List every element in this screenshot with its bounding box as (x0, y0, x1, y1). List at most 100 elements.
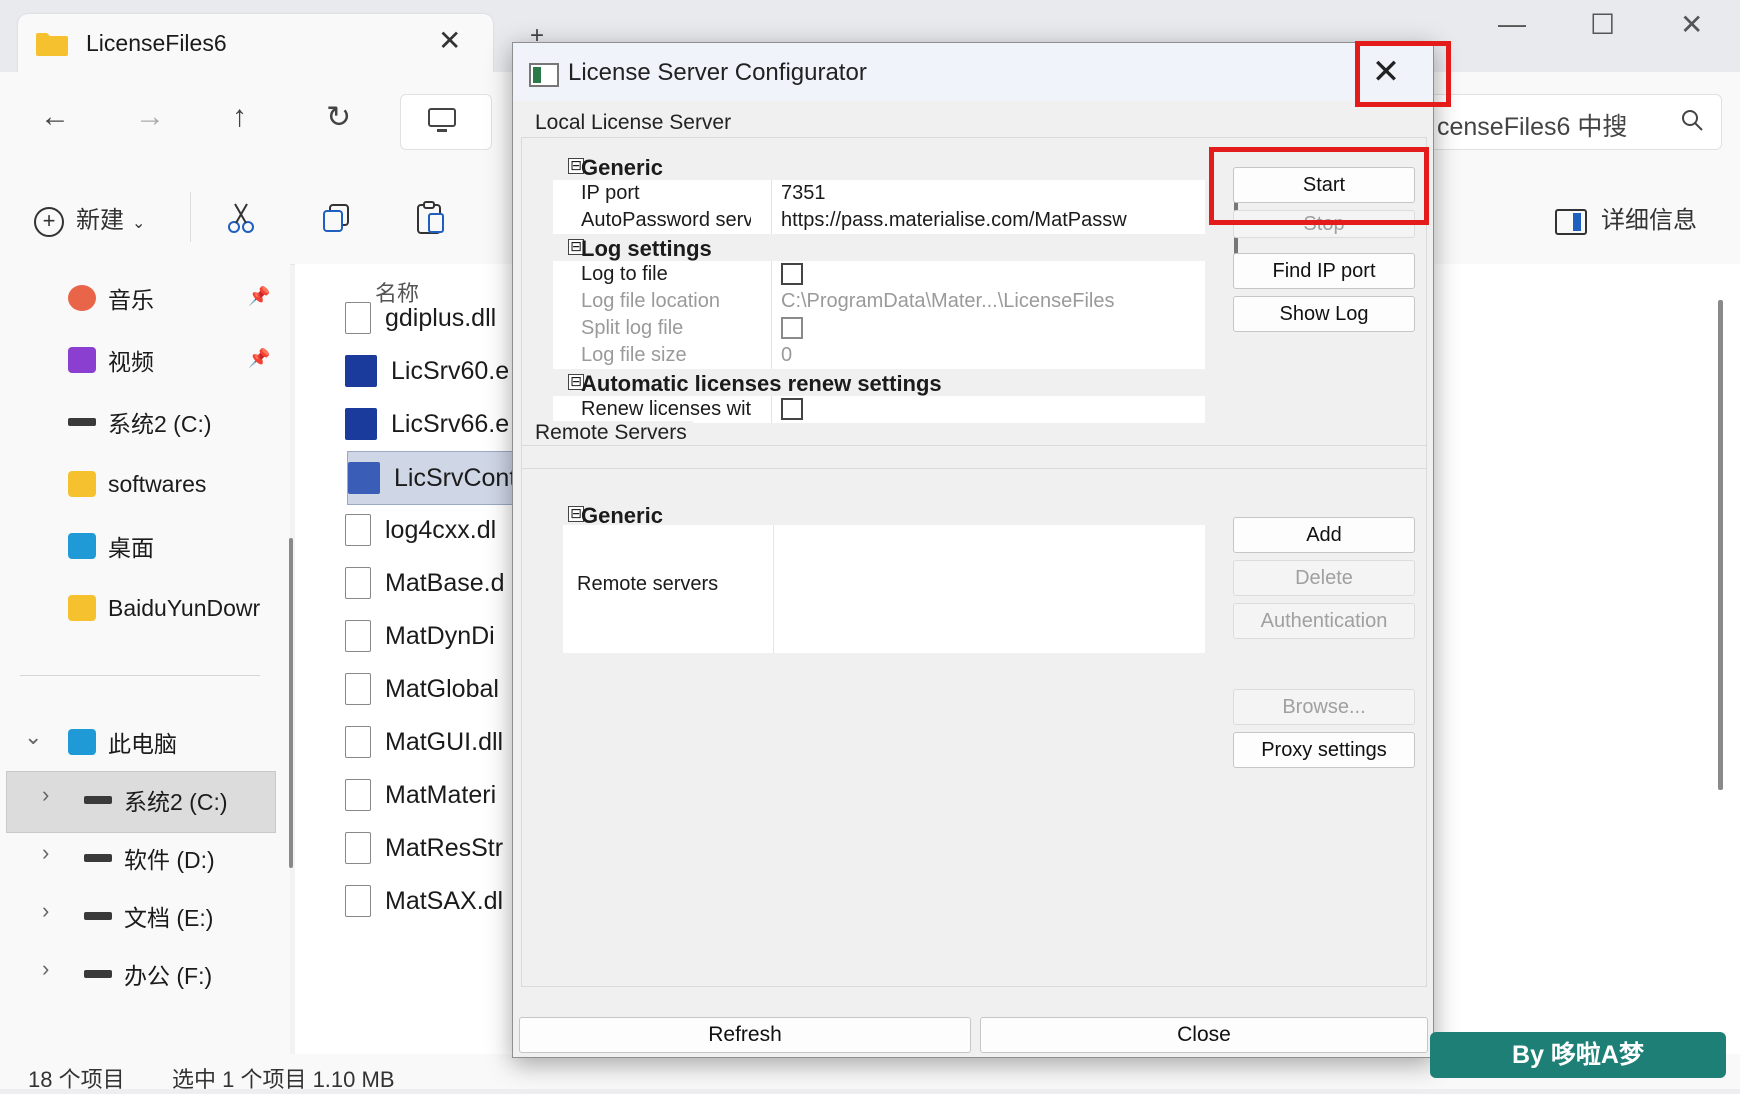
details-button[interactable]: 详细信息 (1555, 200, 1697, 235)
property-divider (771, 261, 772, 288)
renew-licenses-checkbox[interactable] (781, 398, 803, 420)
sidebar-item-drive-d[interactable]: 软件 (D:) (84, 832, 215, 884)
sidebar-item-label: 软件 (D:) (124, 847, 215, 873)
search-input[interactable]: censeFiles6 中搜 (1420, 94, 1722, 150)
dll-file-icon (345, 567, 371, 599)
file-name: MatDynDi (385, 621, 495, 650)
tab-close-icon[interactable]: ✕ (438, 24, 461, 57)
forward-icon[interactable]: → (135, 100, 165, 134)
delete-button[interactable]: Delete (1233, 560, 1415, 596)
app-icon (529, 63, 559, 87)
pin-icon: 📌 (248, 348, 271, 368)
property-log-file-size[interactable]: Log file size 0 (553, 342, 1205, 369)
property-autopassword-server[interactable]: AutoPassword server ... https://pass.mat… (553, 207, 1205, 234)
file-name: MatGUI.dll (385, 727, 504, 756)
sidebar-item-baiduyundown[interactable]: BaiduYunDowr (68, 582, 260, 634)
file-name: LicSrv60.e (391, 356, 510, 385)
sidebar-item-label: 办公 (F:) (124, 963, 213, 989)
search-icon (1682, 110, 1703, 131)
property-value[interactable]: 7351 (781, 182, 1201, 205)
remote-servers-label: Remote servers (577, 573, 719, 595)
property-key: Split log file (581, 317, 684, 339)
item-count: 18 个项目 (28, 1067, 125, 1092)
chevron-down-icon[interactable]: ⌄ (24, 724, 42, 750)
remote-servers-group-label: Remote Servers (535, 421, 693, 445)
authentication-button[interactable]: Authentication (1233, 603, 1415, 639)
folder-icon (68, 595, 96, 621)
dll-file-icon (345, 726, 371, 758)
chevron-right-icon[interactable]: › (42, 840, 49, 866)
property-category-generic[interactable]: ⊟ Generic (553, 153, 1205, 180)
close-button[interactable]: Close (980, 1017, 1428, 1053)
refresh-icon[interactable]: ↻ (326, 100, 351, 135)
window-close-icon[interactable]: ✕ (1680, 8, 1703, 41)
dll-file-icon (345, 673, 371, 705)
sidebar-item-c-drive[interactable]: 系统2 (C:) (68, 396, 212, 448)
file-name: LicSrvCont (394, 463, 517, 492)
dll-file-icon (345, 514, 371, 546)
property-log-to-file[interactable]: Log to file (553, 261, 1205, 288)
property-divider (771, 180, 772, 207)
property-value[interactable]: 0 (781, 344, 1201, 367)
navigation-pane: 音乐 📌 视频 📌 系统2 (C:) softwares 桌面 BaiduYun… (0, 264, 290, 1054)
paste-icon[interactable] (415, 200, 447, 236)
property-value[interactable]: https://pass.materialise.com/MatPassw (781, 209, 1201, 232)
log-to-file-checkbox[interactable] (781, 263, 803, 285)
drive-icon (68, 418, 96, 426)
split-log-file-checkbox[interactable] (781, 317, 803, 339)
sidebar-item-label: 音乐 (108, 287, 154, 313)
dll-file-icon (345, 302, 371, 334)
property-value-cell (781, 398, 1201, 426)
cut-icon[interactable] (225, 202, 257, 234)
sidebar-item-desktop[interactable]: 桌面 (68, 520, 154, 572)
refresh-button[interactable]: Refresh (519, 1017, 971, 1053)
remote-category-generic[interactable]: ⊟ Generic (553, 501, 1205, 528)
show-log-button[interactable]: Show Log (1233, 296, 1415, 332)
property-log-file-location[interactable]: Log file location C:\ProgramData\Mater..… (553, 288, 1205, 315)
tab-licensefiles6[interactable]: LicenseFiles6 ✕ (18, 14, 493, 74)
chevron-right-icon[interactable]: › (42, 898, 49, 924)
sidebar-item-videos[interactable]: 视频 📌 (68, 334, 270, 386)
address-bar[interactable] (400, 94, 492, 150)
sidebar-scrollbar[interactable] (289, 538, 293, 868)
dll-file-icon (345, 832, 371, 864)
property-key: Log to file (581, 263, 668, 285)
sidebar-item-label: softwares (108, 470, 207, 497)
sidebar-item-this-pc[interactable]: 此电脑 (68, 716, 177, 768)
maximize-icon[interactable]: ☐ (1590, 8, 1615, 41)
chevron-right-icon[interactable]: › (42, 782, 49, 808)
property-renew-licenses[interactable]: Renew licenses with C... (553, 396, 1205, 423)
sidebar-item-drive-c[interactable]: 系统2 (C:) (84, 774, 228, 826)
tab-title: LicenseFiles6 (86, 30, 227, 56)
add-button[interactable]: Add (1233, 517, 1415, 553)
minimize-icon[interactable]: — (1498, 8, 1526, 40)
video-icon (68, 347, 96, 373)
chevron-right-icon[interactable]: › (42, 956, 49, 982)
remote-servers-list[interactable]: Remote servers (563, 525, 1205, 653)
file-name: MatMateri (385, 780, 497, 809)
property-value[interactable]: C:\ProgramData\Mater...\LicenseFiles (781, 290, 1201, 313)
desktop-icon (68, 533, 96, 559)
property-category-auto-renew[interactable]: ⊟ Automatic licenses renew settings (553, 369, 1205, 396)
sidebar-item-music[interactable]: 音乐 📌 (68, 272, 270, 324)
property-key: Log file location (581, 290, 720, 312)
find-ip-port-button[interactable]: Find IP port (1233, 253, 1415, 289)
back-icon[interactable]: ← (40, 100, 70, 134)
browse-button[interactable]: Browse... (1233, 689, 1415, 725)
sidebar-item-label: 此电脑 (108, 731, 177, 757)
property-ip-port[interactable]: IP port 7351 (553, 180, 1205, 207)
search-placeholder: censeFiles6 中搜 (1437, 113, 1628, 141)
proxy-settings-button[interactable]: Proxy settings (1233, 732, 1415, 768)
sidebar-item-softwares[interactable]: softwares (68, 458, 206, 510)
sidebar-item-drive-f[interactable]: 办公 (F:) (84, 948, 212, 1000)
drive-icon (84, 796, 112, 804)
property-category-log-settings[interactable]: ⊟ Log settings (553, 234, 1205, 261)
highlight-box-close (1355, 41, 1451, 107)
file-list-scrollbar[interactable] (1718, 300, 1723, 790)
property-split-log-file[interactable]: Split log file (553, 315, 1205, 342)
up-icon[interactable]: ↑ (232, 100, 247, 134)
sidebar-item-drive-e[interactable]: 文档 (E:) (84, 890, 213, 942)
new-button[interactable]: + 新建 ⌄ (34, 200, 145, 237)
copy-icon[interactable] (320, 202, 352, 234)
file-name: MatGlobal (385, 674, 499, 703)
